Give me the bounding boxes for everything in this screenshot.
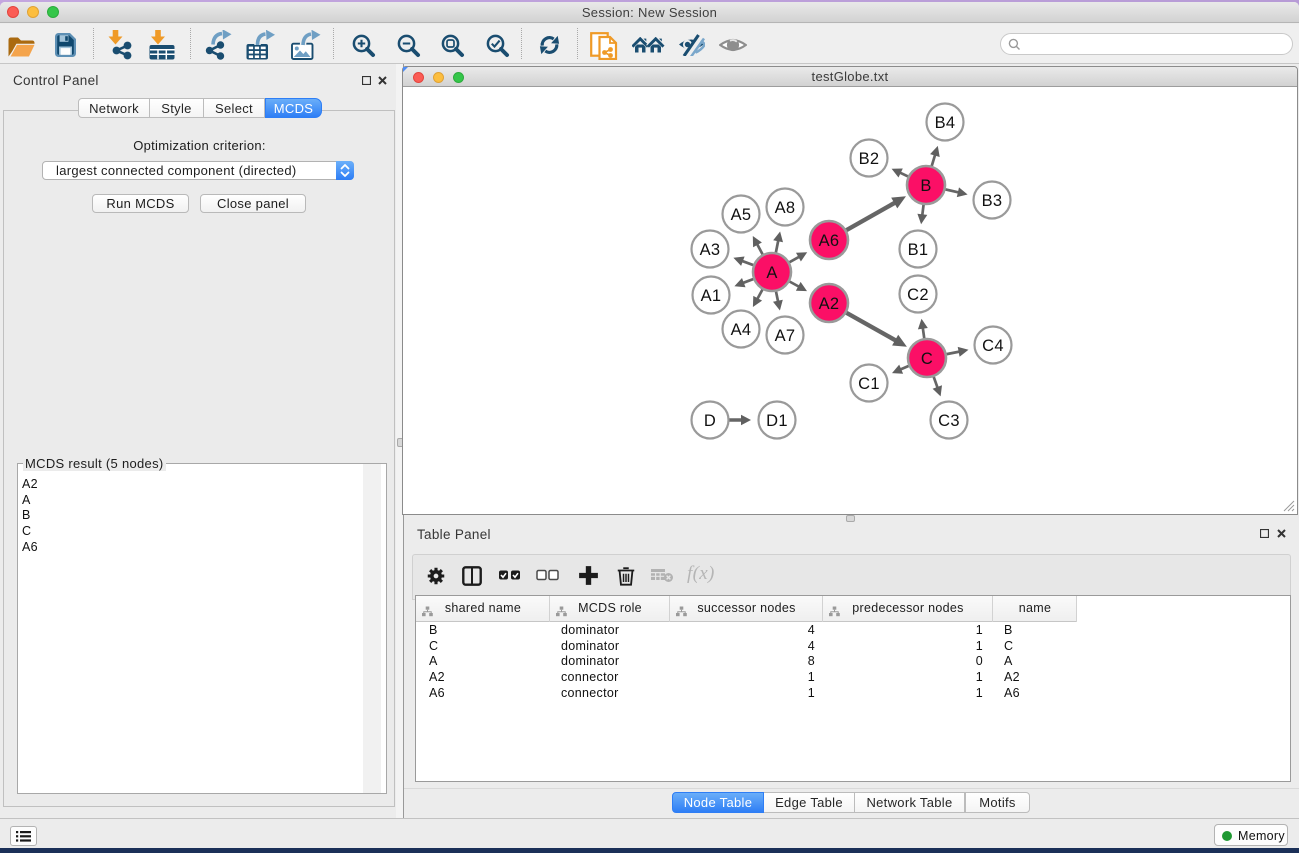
svg-text:A5: A5 [731, 206, 752, 224]
svg-text:B4: B4 [935, 114, 956, 132]
svg-text:B3: B3 [982, 192, 1003, 210]
svg-text:C3: C3 [938, 412, 960, 430]
svg-text:A3: A3 [700, 241, 721, 259]
svg-text:B1: B1 [908, 241, 929, 259]
svg-text:A2: A2 [819, 295, 840, 313]
svg-text:C1: C1 [858, 375, 880, 393]
svg-text:A1: A1 [701, 287, 722, 305]
svg-text:B: B [920, 177, 931, 195]
svg-text:A4: A4 [731, 321, 752, 339]
svg-text:A7: A7 [775, 327, 796, 345]
svg-text:A8: A8 [775, 199, 796, 217]
svg-text:A: A [766, 264, 777, 282]
svg-text:D1: D1 [766, 412, 788, 430]
svg-text:C2: C2 [907, 286, 929, 304]
svg-text:B2: B2 [859, 150, 880, 168]
svg-text:A6: A6 [819, 232, 840, 250]
svg-text:C: C [921, 350, 933, 368]
svg-text:C4: C4 [982, 337, 1004, 355]
svg-text:D: D [704, 412, 716, 430]
